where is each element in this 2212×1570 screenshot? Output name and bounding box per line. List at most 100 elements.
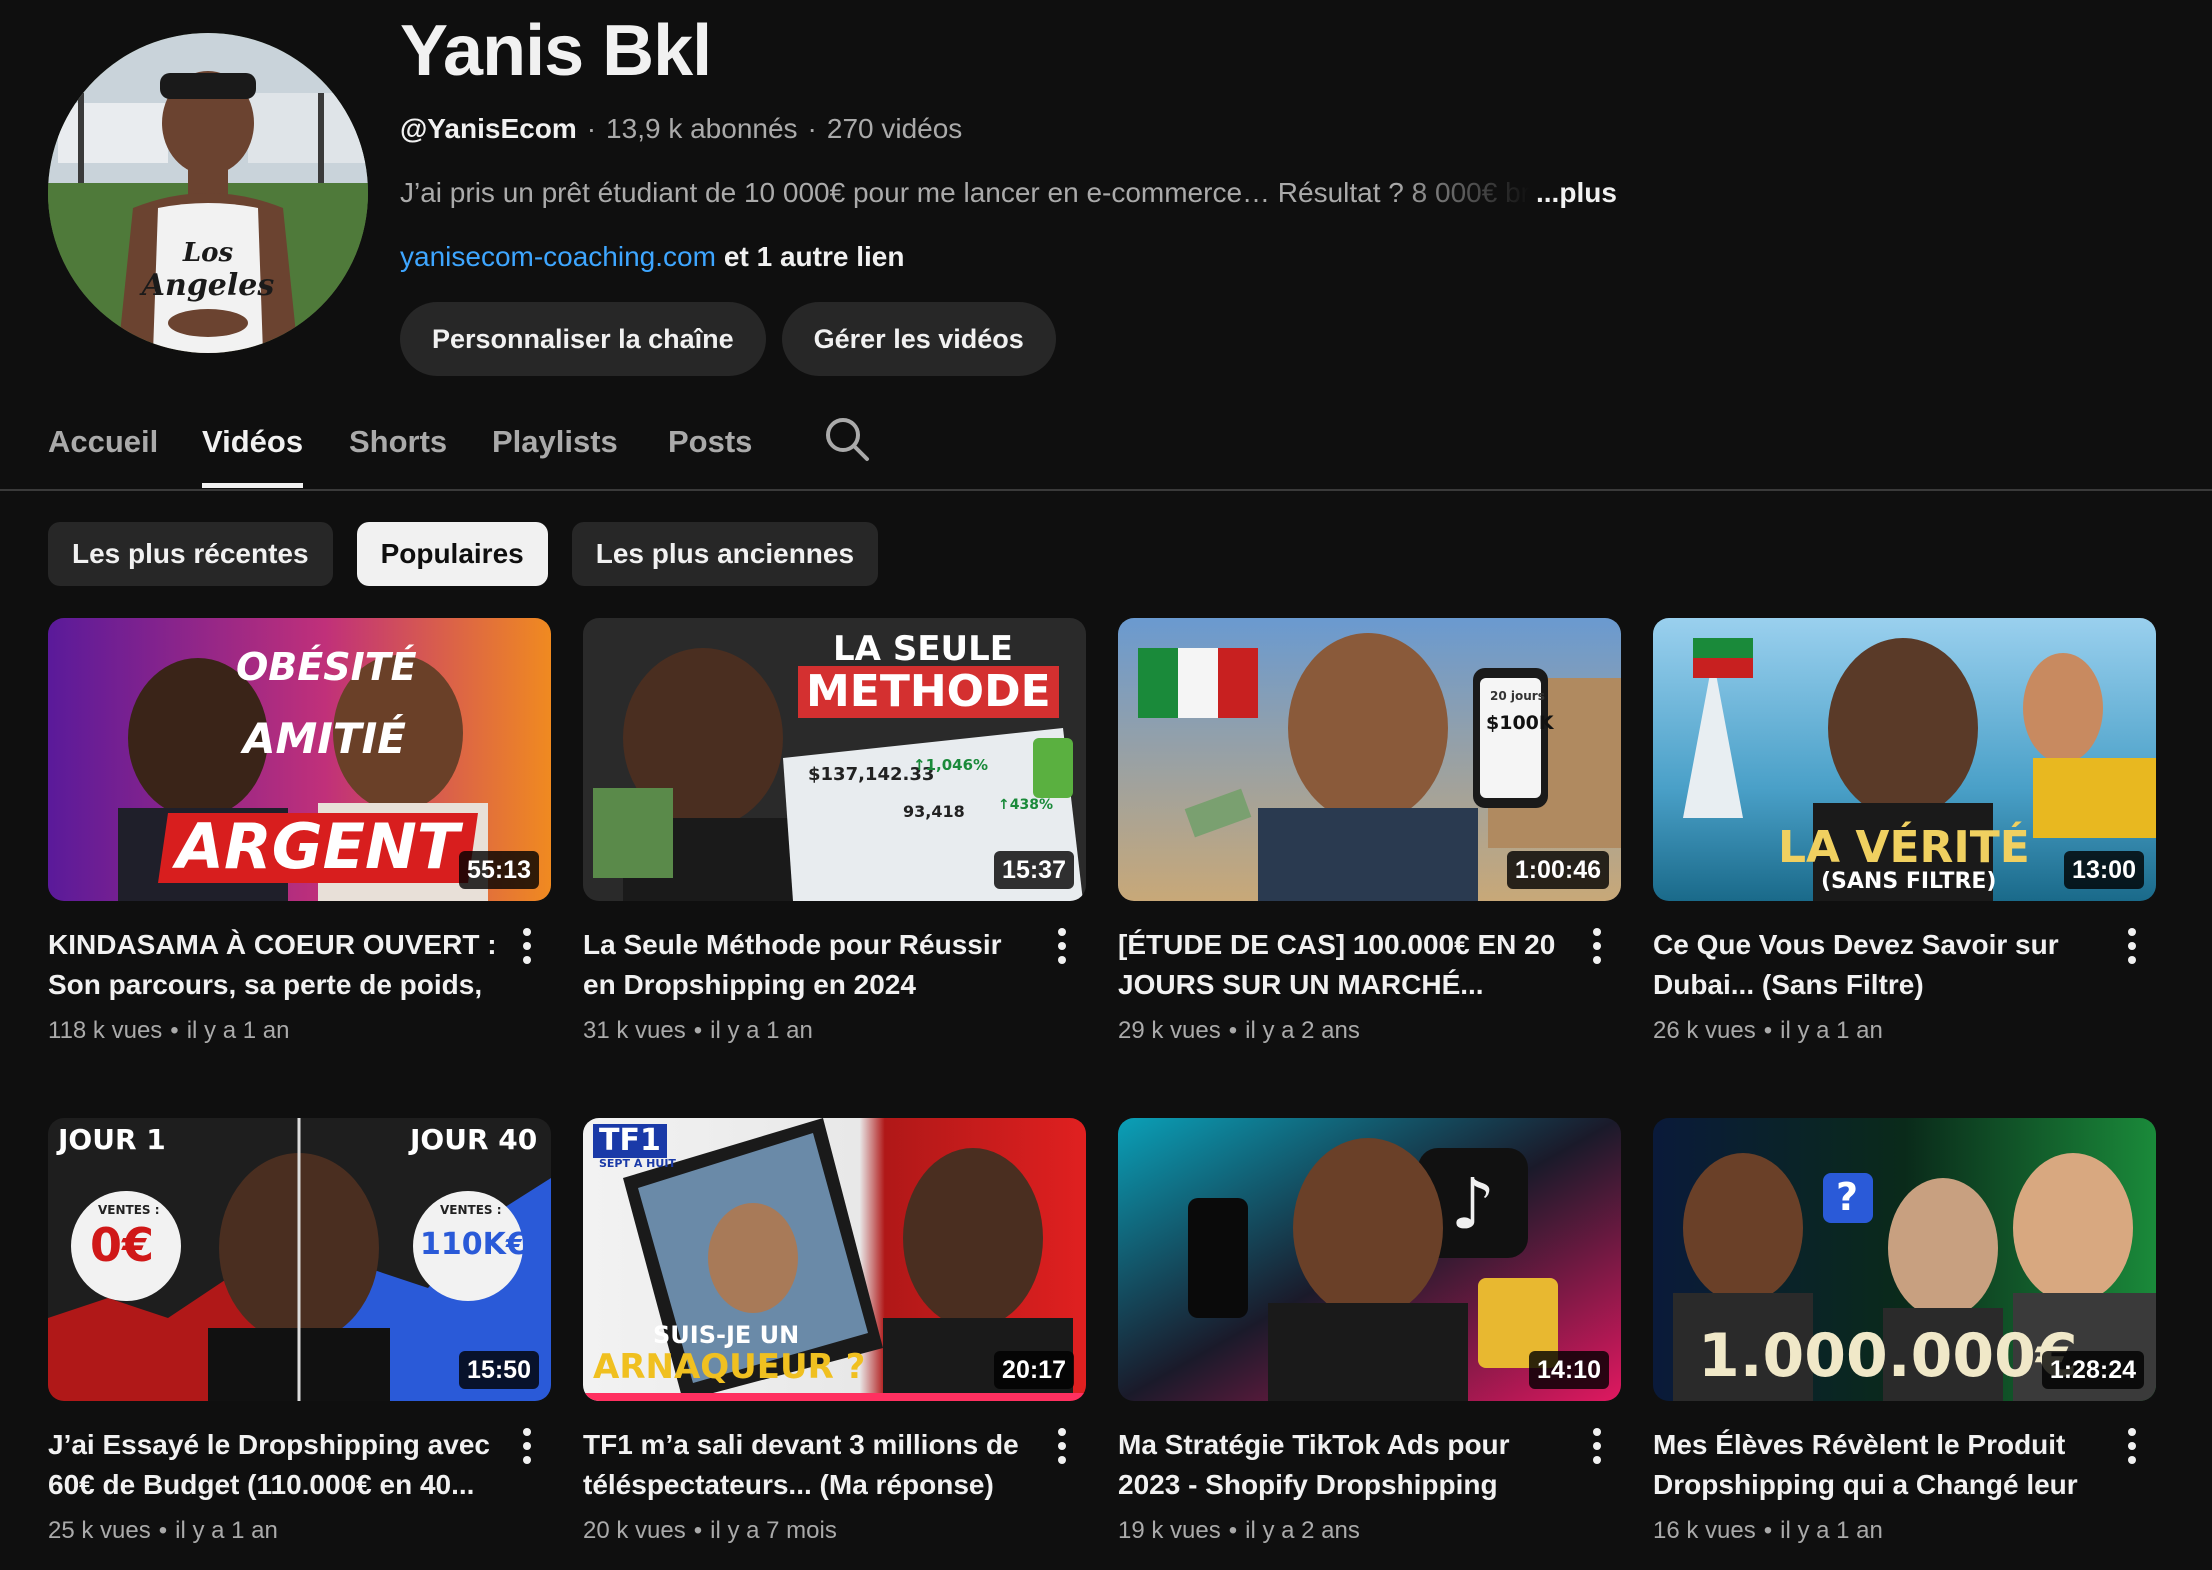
chip-oldest[interactable]: Les plus anciennes — [571, 522, 879, 586]
video-title[interactable]: La Seule Méthode pour Réussir en Dropshi… — [583, 925, 1033, 1005]
more-options-icon[interactable] — [2116, 924, 2148, 968]
more-options-icon[interactable] — [1581, 924, 1613, 968]
video-title[interactable]: [ÉTUDE DE CAS] 100.000€ EN 20 JOURS SUR … — [1118, 925, 1568, 1005]
more-options-icon[interactable] — [1046, 924, 1078, 968]
view-count: 118 k vues — [48, 1017, 163, 1044]
video-card: OBÉSITÉ AMITIÉ ARGENT 55:13 KINDASAMA À … — [48, 618, 551, 1070]
video-meta: 25 k vues • il y a 1 an — [48, 1517, 278, 1544]
channel-links: yanisecom-coaching.com et 1 autre lien — [400, 240, 2180, 274]
upload-age: il y a 2 ans — [1245, 1017, 1360, 1044]
search-icon[interactable] — [824, 416, 870, 462]
tab-videos[interactable]: Vidéos — [202, 422, 304, 488]
channel-description[interactable]: J’ai pris un prêt étudiant de 10 000€ po… — [400, 176, 2180, 210]
thumbnail-text: SUIS-JE UN — [653, 1321, 800, 1349]
tab-shorts[interactable]: Shorts — [349, 422, 447, 488]
thumbnail-text: $100K — [1486, 712, 1554, 734]
video-duration: 1:28:24 — [2041, 1351, 2144, 1389]
tab-accueil[interactable]: Accueil — [48, 422, 158, 488]
thumbnail-text: METHODE — [798, 666, 1059, 718]
thumbnail-text: ARGENT — [176, 810, 460, 883]
video-title[interactable]: Mes Élèves Révèlent le Produit Dropshipp… — [1653, 1425, 2103, 1505]
video-thumbnail[interactable]: ♪ 14:10 — [1118, 1118, 1621, 1401]
thumbnail-text: 1.000.000€ — [1698, 1321, 2078, 1391]
sort-chips: Les plus récentes Populaires Les plus an… — [48, 522, 879, 586]
video-card: ♪ 14:10 Ma Stratégie TikTok Ads pour 202… — [1118, 1118, 1621, 1570]
manage-videos-button[interactable]: Gérer les vidéos — [781, 302, 1056, 376]
subscriber-count: 13,9 k abonnés — [606, 113, 798, 144]
video-meta: 26 k vues • il y a 1 an — [1653, 1017, 1883, 1044]
svg-text:Angeles: Angeles — [139, 268, 275, 303]
thumbnail-text: (SANS FILTRE) — [1821, 869, 1997, 894]
video-card: TF1 SEPT À HUIT SUIS-JE UN ARNAQUEUR ? 2… — [583, 1118, 1086, 1570]
view-count: 31 k vues — [583, 1017, 686, 1044]
upload-age: il y a 1 an — [710, 1017, 813, 1044]
thumbnail-text: ? — [1836, 1175, 1859, 1219]
thumbnail-text: 0€ — [90, 1218, 155, 1272]
upload-age: il y a 1 an — [1780, 1017, 1883, 1044]
video-thumbnail[interactable]: JOUR 1 JOUR 40 VENTES : 0€ VENTES : 110K… — [48, 1118, 551, 1401]
video-duration: 15:50 — [459, 1351, 539, 1389]
video-title[interactable]: J’ai Essayé le Dropshipping avec 60€ de … — [48, 1425, 498, 1505]
video-card: 20 jours $100K 1:00:46 [ÉTUDE DE CAS] 10… — [1118, 618, 1621, 1070]
view-count: 29 k vues — [1118, 1017, 1221, 1044]
video-duration: 14:10 — [1529, 1351, 1609, 1389]
channel-info: Yanis Bkl @YanisEcom · 13,9 k abonnés · 270 … — [400, 0, 2180, 376]
thumbnail-text: ARNAQUEUR ? — [593, 1347, 866, 1387]
thumbnail-text: AMITIÉ — [243, 714, 406, 763]
more-options-icon[interactable] — [1581, 1424, 1613, 1468]
video-thumbnail[interactable]: LA VÉRITÉ (SANS FILTRE) 13:00 — [1653, 618, 2156, 901]
video-duration: 55:13 — [459, 851, 539, 889]
video-meta: 29 k vues • il y a 2 ans — [1118, 1017, 1360, 1044]
more-options-icon[interactable] — [1046, 1424, 1078, 1468]
thumbnail-text: ↑1,046% — [913, 756, 989, 774]
video-duration: 15:37 — [994, 851, 1074, 889]
video-title[interactable]: TF1 m’a sali devant 3 millions de télésp… — [583, 1425, 1033, 1505]
video-thumbnail[interactable]: TF1 SEPT À HUIT SUIS-JE UN ARNAQUEUR ? 2… — [583, 1118, 1086, 1401]
video-card: ? 1.000.000€ 1:28:24 Mes Élèves Révèlent… — [1653, 1118, 2156, 1570]
channel-link[interactable]: yanisecom-coaching.com — [400, 241, 716, 272]
view-count: 16 k vues — [1653, 1517, 1756, 1544]
video-title[interactable]: Ma Stratégie TikTok Ads pour 2023 - Shop… — [1118, 1425, 1568, 1505]
tab-posts[interactable]: Posts — [668, 422, 752, 488]
video-card: JOUR 1 JOUR 40 VENTES : 0€ VENTES : 110K… — [48, 1118, 551, 1570]
channel-tabs: Accueil Vidéos Shorts Playlists Posts — [0, 400, 2212, 491]
thumbnail-text: SEPT À HUIT — [599, 1157, 676, 1170]
view-count: 19 k vues — [1118, 1517, 1221, 1544]
video-meta: 16 k vues • il y a 1 an — [1653, 1517, 1883, 1544]
thumbnail-text: ↑438% — [998, 797, 1053, 813]
more-options-icon[interactable] — [2116, 1424, 2148, 1468]
video-card: LA VÉRITÉ (SANS FILTRE) 13:00 Ce Que Vou… — [1653, 618, 2156, 1070]
svg-text:Los: Los — [182, 238, 234, 268]
video-thumbnail[interactable]: 20 jours $100K 1:00:46 — [1118, 618, 1621, 901]
video-duration: 13:00 — [2064, 851, 2144, 889]
chip-popular[interactable]: Populaires — [356, 522, 548, 586]
tab-playlists[interactable]: Playlists — [492, 422, 618, 488]
upload-age: il y a 2 ans — [1245, 1517, 1360, 1544]
video-title[interactable]: Ce Que Vous Devez Savoir sur Dubai... (S… — [1653, 925, 2103, 1005]
more-options-icon[interactable] — [511, 1424, 543, 1468]
chip-recent[interactable]: Les plus récentes — [48, 522, 333, 586]
video-duration: 1:00:46 — [1506, 851, 1609, 889]
channel-avatar[interactable]: Los Angeles — [48, 33, 368, 353]
thumbnail-text: 20 jours — [1490, 689, 1545, 703]
view-count: 25 k vues — [48, 1517, 151, 1544]
more-options-icon[interactable] — [511, 924, 543, 968]
video-thumbnail[interactable]: ? 1.000.000€ 1:28:24 — [1653, 1118, 2156, 1401]
svg-text:♪: ♪ — [1451, 1163, 1496, 1245]
description-more-link[interactable]: ...plus — [1536, 177, 1617, 208]
customize-channel-button[interactable]: Personnaliser la chaîne — [400, 302, 766, 376]
other-links-button[interactable]: et 1 autre lien — [724, 241, 905, 272]
view-count: 20 k vues — [583, 1517, 686, 1544]
video-meta: 31 k vues • il y a 1 an — [583, 1017, 813, 1044]
avatar-image: Los Angeles — [48, 33, 368, 353]
video-thumbnail[interactable]: LA SEULE METHODE $137,142.33 ↑1,046% 93,… — [583, 618, 1086, 901]
video-title[interactable]: KINDASAMA À COEUR OUVERT : Son parcours,… — [48, 925, 498, 1005]
thumbnail-text: LA SEULE — [833, 629, 1014, 669]
thumbnail-text: 110K€ — [420, 1227, 527, 1262]
video-grid: OBÉSITÉ AMITIÉ ARGENT 55:13 KINDASAMA À … — [48, 618, 2158, 1570]
video-thumbnail[interactable]: OBÉSITÉ AMITIÉ ARGENT 55:13 — [48, 618, 551, 901]
channel-meta: @YanisEcom · 13,9 k abonnés · 270 vidéos — [400, 113, 963, 144]
view-count: 26 k vues — [1653, 1017, 1756, 1044]
thumbnail-text: JOUR 1 — [58, 1123, 166, 1156]
upload-age: il y a 1 an — [1780, 1517, 1883, 1544]
